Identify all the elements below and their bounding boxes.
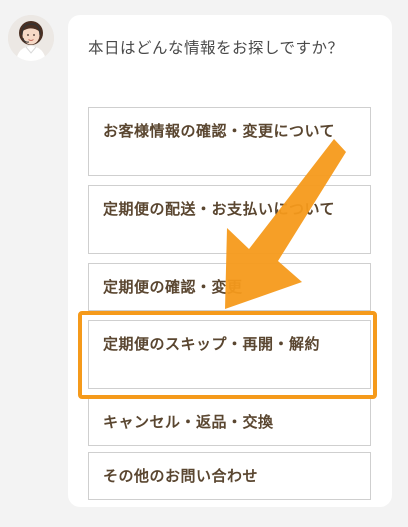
option-subscription-delivery-payment[interactable]: 定期便の配送・お支払いについて — [88, 185, 371, 254]
option-subscription-check-change[interactable]: 定期便の確認・変更 — [88, 263, 371, 311]
operator-woman-avatar-icon — [8, 15, 54, 61]
option-cancel-return-exchange[interactable]: キャンセル・返品・交換 — [88, 398, 371, 446]
option-subscription-skip-resume-cancel[interactable]: 定期便のスキップ・再開・解約 — [88, 320, 371, 389]
option-customer-info[interactable]: お客様情報の確認・変更について — [88, 107, 371, 176]
chat-prompt: 本日はどんな情報をお探しですか？ — [88, 39, 344, 57]
chat-screen: 本日はどんな情報をお探しですか？ お客様情報の確認・変更について 定期便の配送・… — [0, 0, 408, 527]
operator-avatar — [8, 15, 54, 61]
chat-bubble: 本日はどんな情報をお探しですか？ お客様情報の確認・変更について 定期便の配送・… — [68, 15, 392, 507]
option-other-inquiries[interactable]: その他のお問い合わせ — [88, 452, 371, 500]
